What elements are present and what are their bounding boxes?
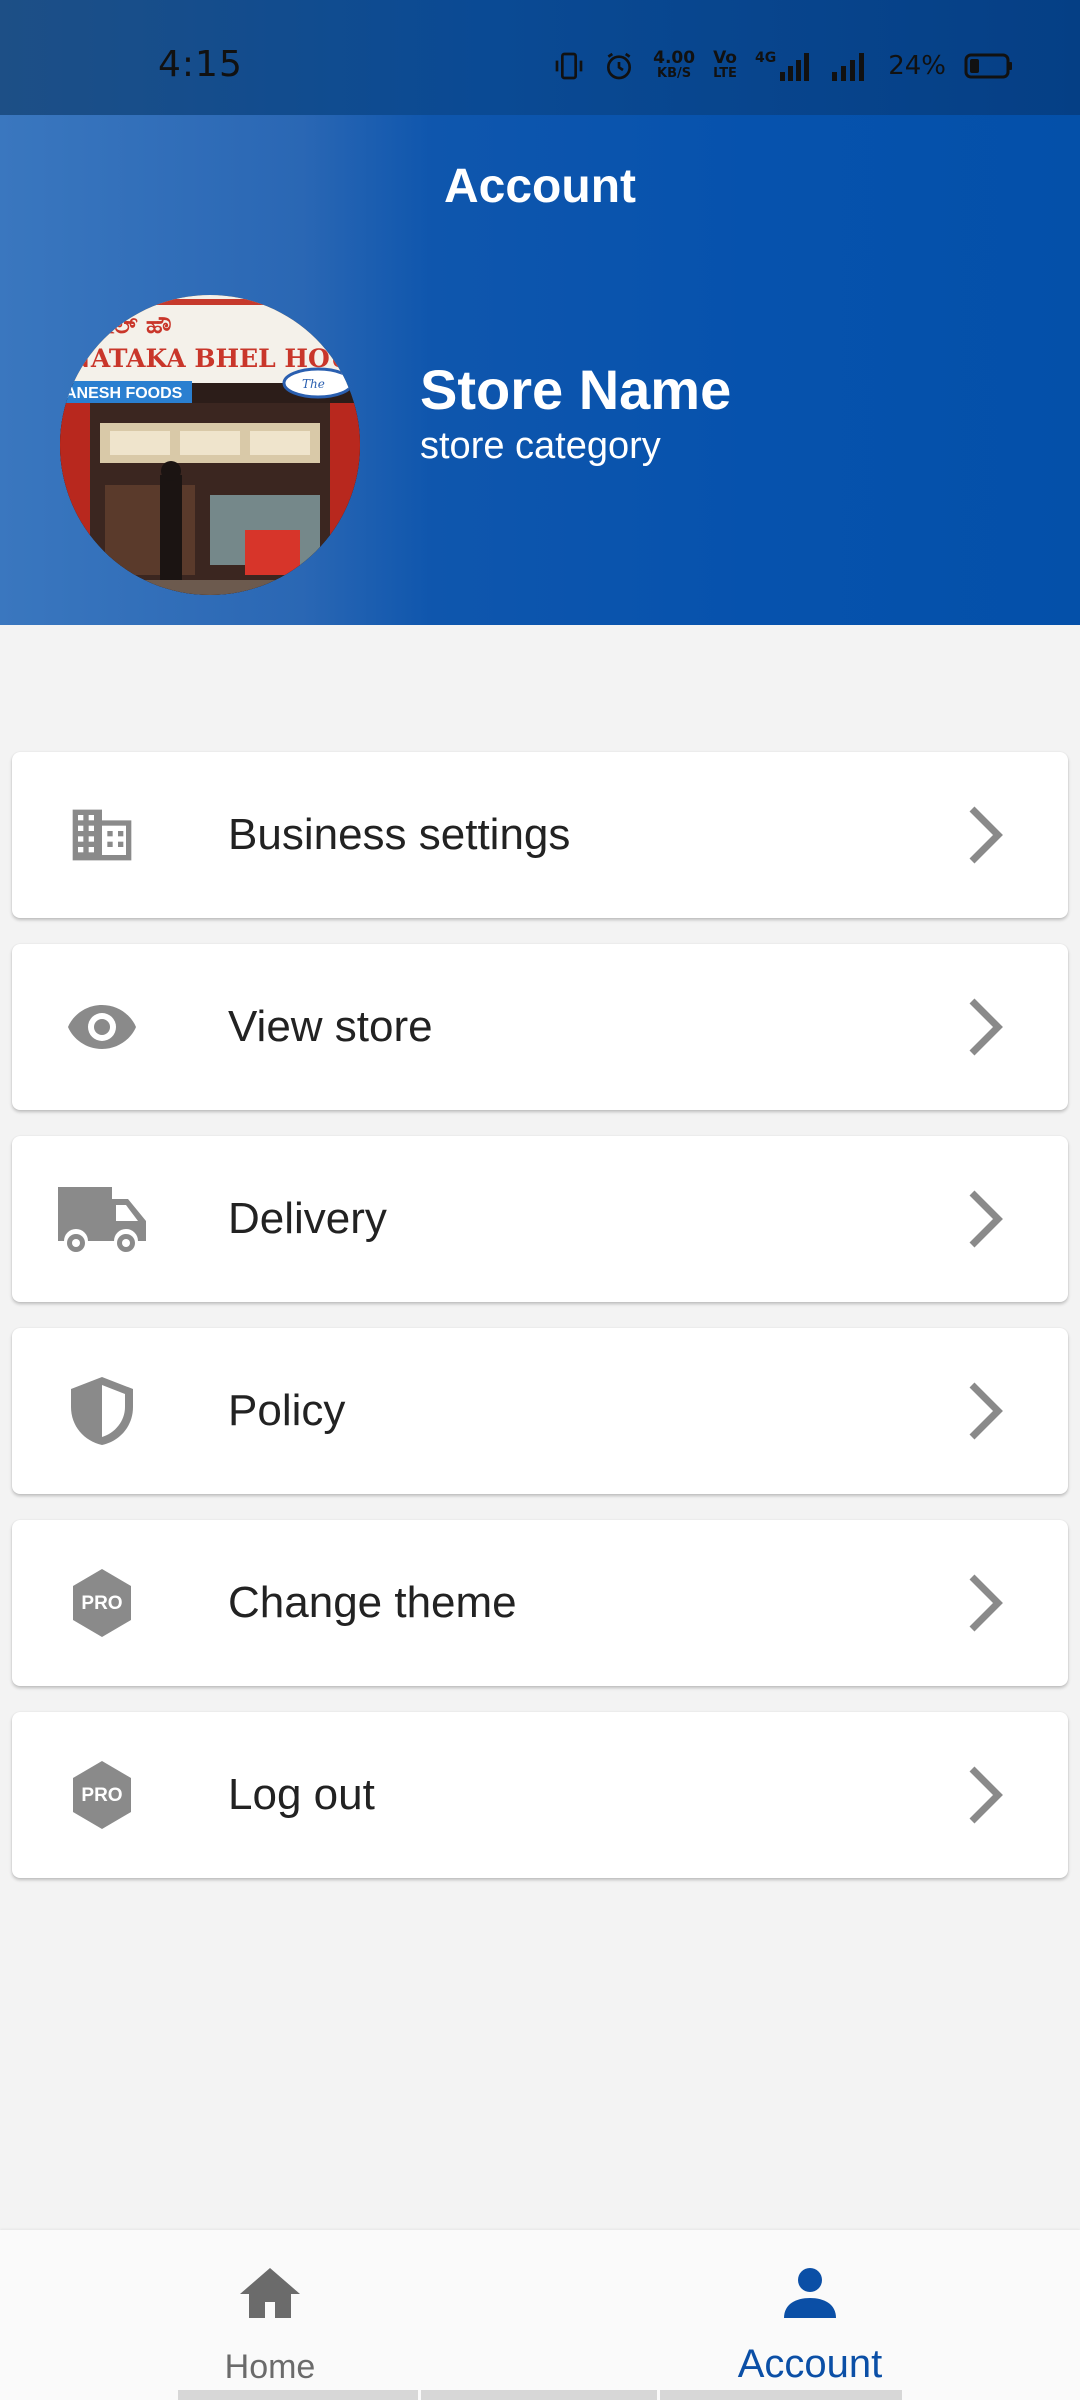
battery-icon xyxy=(964,52,1014,80)
vibrate-icon xyxy=(553,50,585,82)
building-icon xyxy=(54,787,150,883)
svg-text:The: The xyxy=(302,377,325,391)
menu-item-label: Business settings xyxy=(228,810,571,859)
nav-account[interactable]: Account xyxy=(540,2230,1080,2400)
status-bar: 4:15 4.00 KB/S Vo LTE 4G 24% xyxy=(0,0,1080,115)
truck-icon xyxy=(54,1171,150,1267)
nav-account-label: Account xyxy=(737,2342,883,2386)
person-icon xyxy=(783,2266,837,2325)
chevron-right-icon xyxy=(960,995,1008,1059)
signal-icon xyxy=(830,50,870,82)
chevron-right-icon xyxy=(960,1187,1008,1251)
menu-item-view-store[interactable]: View store xyxy=(12,944,1068,1110)
menu-item-label: Log out xyxy=(228,1770,375,1819)
pro-badge-icon: PRO xyxy=(54,1555,150,1651)
page-title: Account xyxy=(444,160,636,213)
menu-item-log-out[interactable]: PRO Log out xyxy=(12,1712,1068,1878)
menu-item-label: View store xyxy=(228,1002,433,1051)
nav-home[interactable]: Home xyxy=(0,2230,540,2400)
menu-item-policy[interactable]: Policy xyxy=(12,1328,1068,1494)
svg-text:PRO: PRO xyxy=(81,1593,122,1614)
menu-item-business-settings[interactable]: Business settings xyxy=(12,752,1068,918)
menu-item-label: Change theme xyxy=(228,1578,517,1627)
nav-home-label: Home xyxy=(224,2348,316,2386)
chevron-right-icon xyxy=(960,803,1008,867)
bottom-navigation: Home Account xyxy=(0,2230,1080,2400)
chevron-right-icon xyxy=(960,1571,1008,1635)
account-menu: Business settings View store Delivery Po… xyxy=(12,752,1068,1904)
store-avatar[interactable]: ಭೇಲ್ ಹೌ NATAKA BHEL HOUSE ANESH FOODS Th… xyxy=(60,295,360,595)
gesture-bar-segment xyxy=(660,2390,902,2400)
store-name: Store Name xyxy=(420,358,732,421)
home-icon xyxy=(239,2266,301,2325)
battery-percent: 24% xyxy=(888,51,946,81)
signal-4g-icon: 4G xyxy=(755,50,812,82)
menu-item-label: Policy xyxy=(228,1386,346,1435)
shield-icon xyxy=(54,1363,150,1459)
svg-text:ಭೇಲ್ ಹೌ: ಭೇಲ್ ಹೌ xyxy=(90,310,172,339)
menu-item-label: Delivery xyxy=(228,1194,387,1243)
svg-text:PRO: PRO xyxy=(81,1785,122,1806)
pro-badge-icon: PRO xyxy=(54,1747,150,1843)
volte-indicator: Vo LTE xyxy=(713,48,737,82)
gesture-bar-segment xyxy=(178,2390,418,2400)
status-icons: 4.00 KB/S Vo LTE 4G 24% xyxy=(553,46,1014,86)
chevron-right-icon xyxy=(960,1763,1008,1827)
eye-icon xyxy=(54,979,150,1075)
store-photo: ಭೇಲ್ ಹೌ NATAKA BHEL HOUSE ANESH FOODS Th… xyxy=(60,295,360,595)
net-speed: 4.00 KB/S xyxy=(653,48,696,82)
svg-text:ANESH FOODS: ANESH FOODS xyxy=(65,385,183,402)
chevron-right-icon xyxy=(960,1379,1008,1443)
alarm-icon xyxy=(603,50,635,82)
menu-item-delivery[interactable]: Delivery xyxy=(12,1136,1068,1302)
status-time: 4:15 xyxy=(158,44,243,85)
menu-item-change-theme[interactable]: PRO Change theme xyxy=(12,1520,1068,1686)
gesture-bar-segment xyxy=(421,2390,657,2400)
store-category: store category xyxy=(420,425,661,467)
account-header: Account ಭೇಲ್ ಹೌ NATAKA BHEL HOUSE ANESH … xyxy=(0,115,1080,625)
